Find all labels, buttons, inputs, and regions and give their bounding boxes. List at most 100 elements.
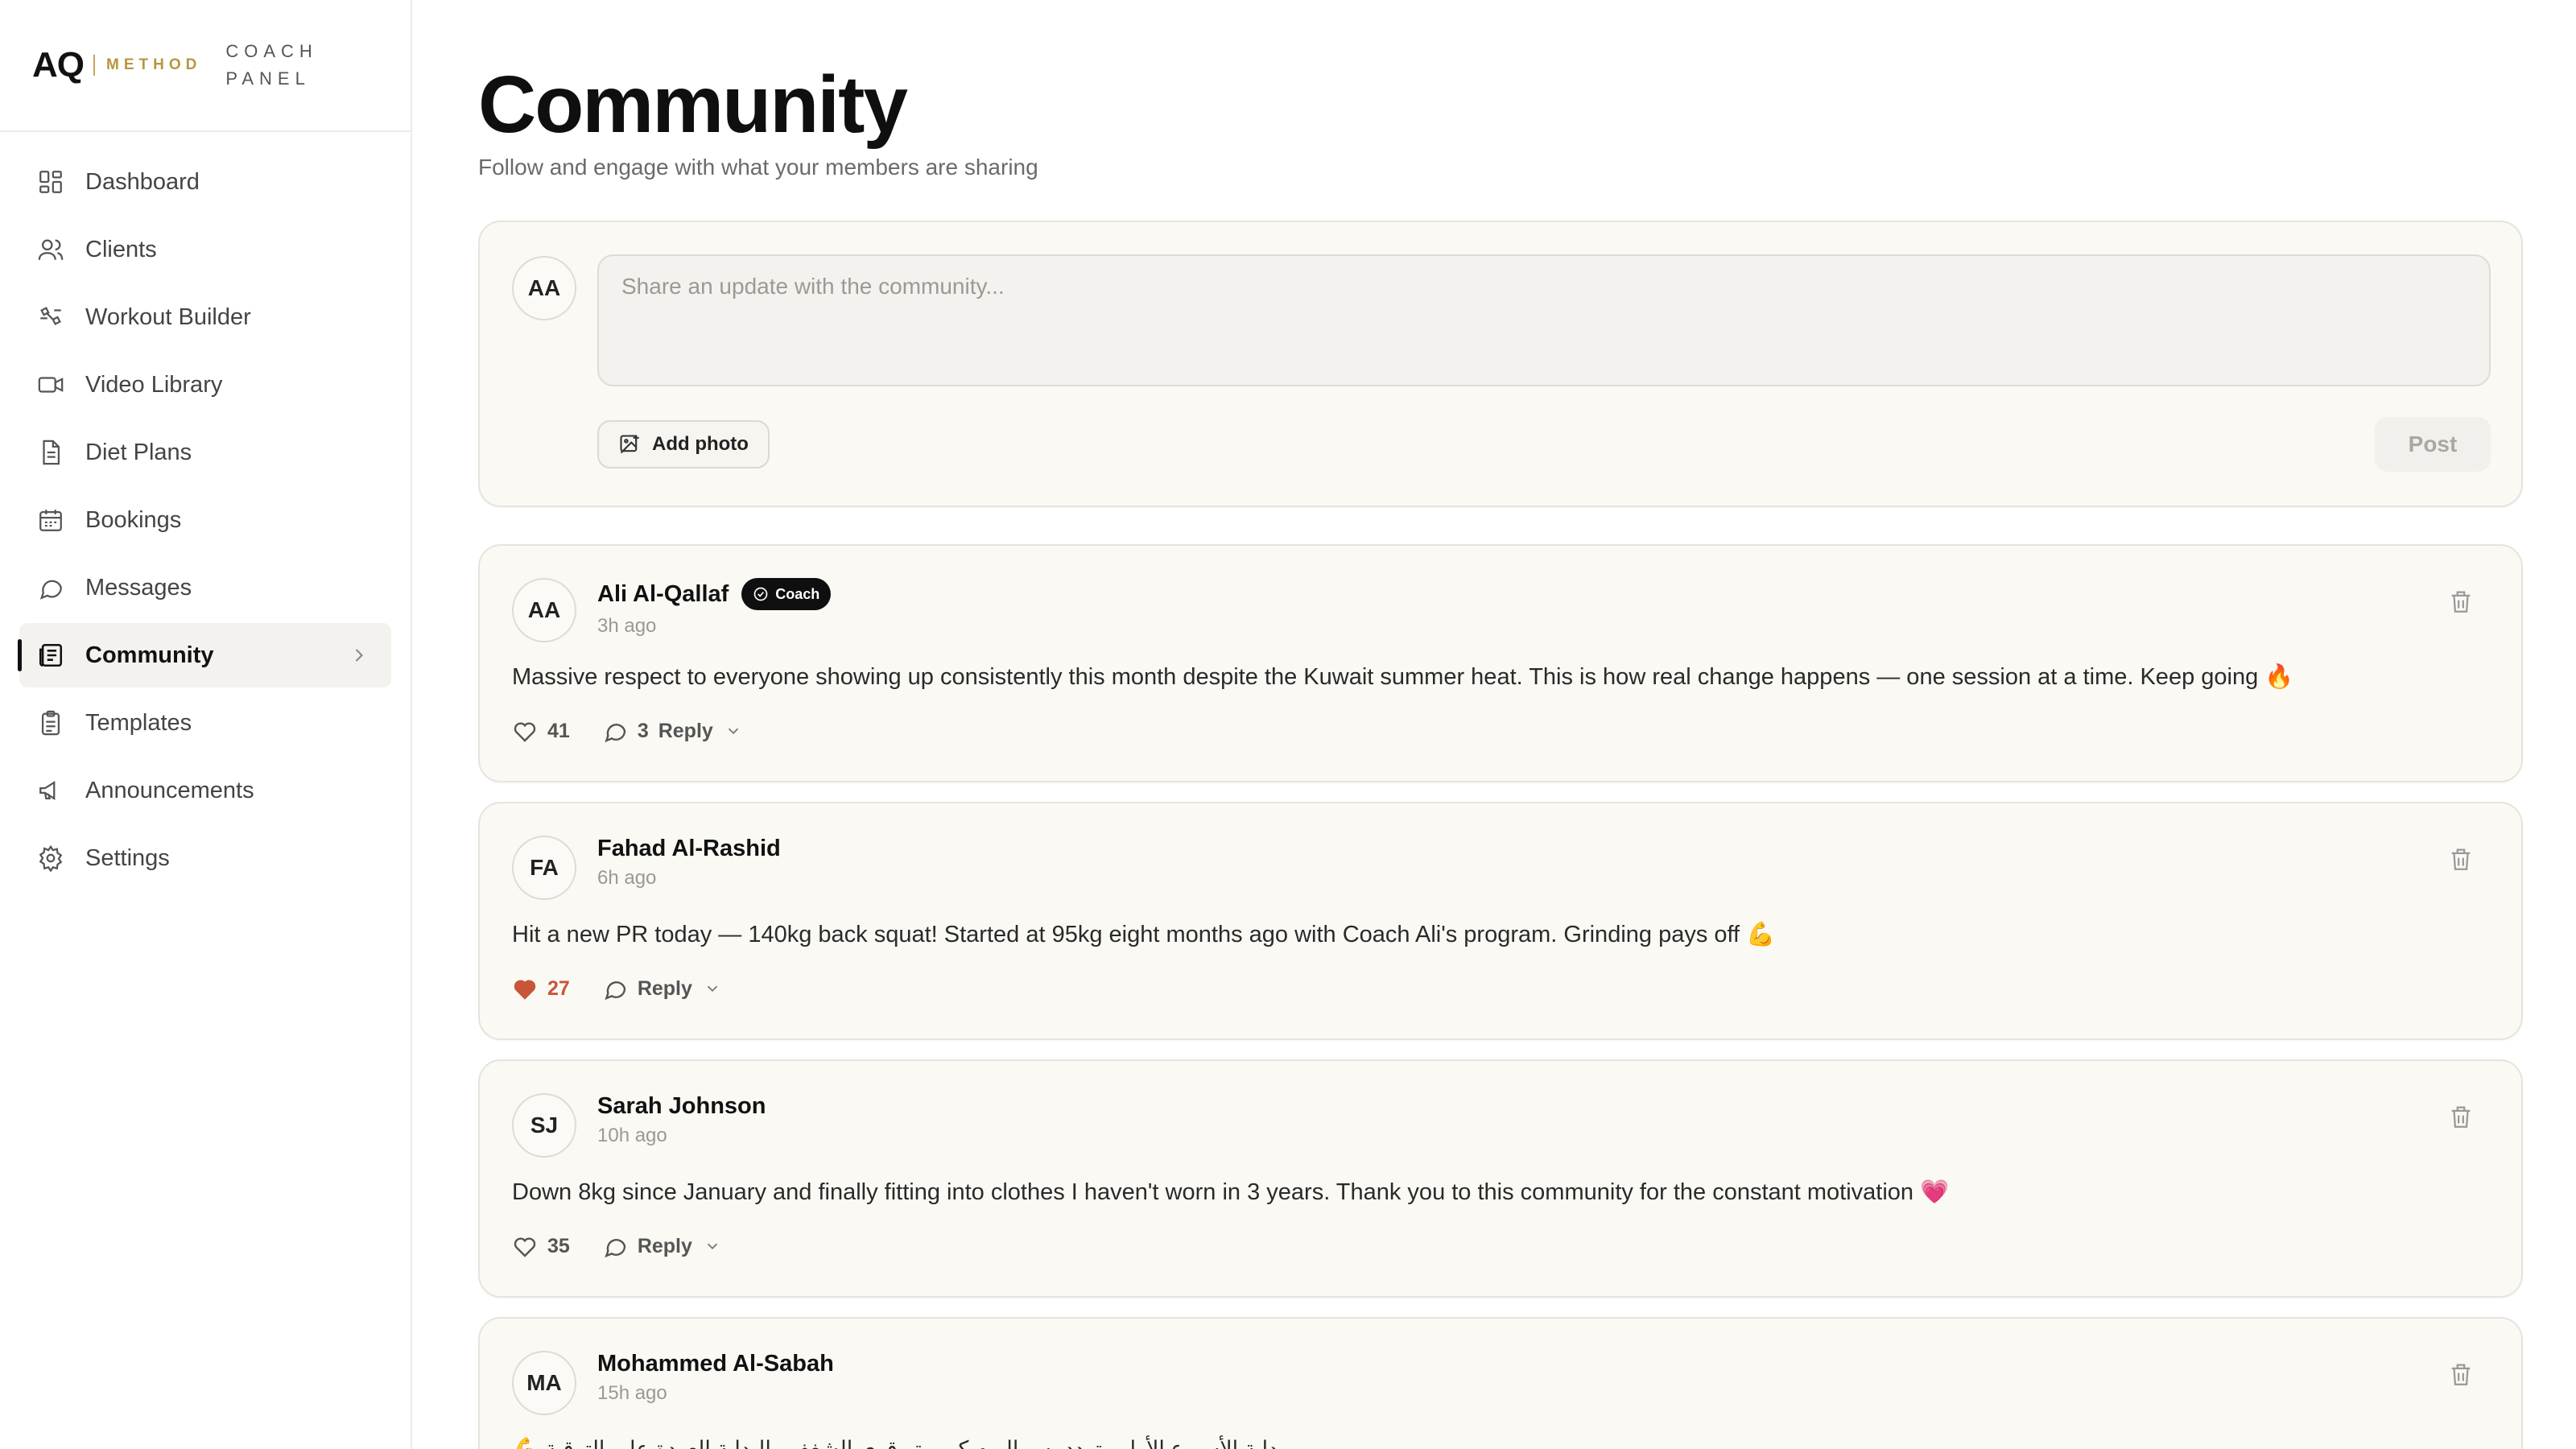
sidebar-item-templates[interactable]: Templates xyxy=(19,691,391,755)
post-header: Ali Al-Qallaf Coach 3h ago xyxy=(597,578,832,638)
brand-separator xyxy=(93,55,95,76)
video-icon xyxy=(37,371,64,398)
post-header: Fahad Al-Rashid 6h ago xyxy=(597,836,781,890)
app-root: AQ METHOD COACH PANEL Dashboard Clients xyxy=(0,0,2576,1449)
dashboard-icon xyxy=(37,168,64,196)
sidebar-item-label: Video Library xyxy=(85,371,223,398)
sidebar-item-settings[interactable]: Settings xyxy=(19,826,391,890)
chevron-down-icon xyxy=(707,1243,718,1250)
megaphone-icon xyxy=(37,777,64,804)
sidebar-item-label: Dashboard xyxy=(85,168,200,195)
brand-panel-line1: COACH xyxy=(225,41,318,61)
brand-logo: AQ xyxy=(32,45,85,85)
heart-icon xyxy=(514,722,536,742)
workout-icon xyxy=(37,303,64,331)
coach-badge-label: Coach xyxy=(775,585,820,602)
reply-button[interactable]: Reply xyxy=(602,976,721,1001)
coach-badge: Coach xyxy=(741,578,832,610)
brand[interactable]: AQ METHOD COACH PANEL xyxy=(0,0,411,132)
brand-panel-label: COACH PANEL xyxy=(225,38,317,93)
reply-button[interactable]: 3 Reply xyxy=(602,718,742,744)
comment-icon xyxy=(605,724,626,743)
post-author[interactable]: Sarah Johnson xyxy=(597,1093,766,1120)
add-photo-label: Add photo xyxy=(652,433,749,455)
post-time: 6h ago xyxy=(597,867,657,889)
post-actions: 41 3 Reply xyxy=(512,718,742,744)
post-header: Mohammed Al-Sabah 15h ago xyxy=(597,1351,834,1405)
post-card: SJ Sarah Johnson 10h ago Down 8kg since … xyxy=(478,1059,2523,1298)
image-add-icon xyxy=(620,435,639,454)
sidebar-item-diet-plans[interactable]: Diet Plans xyxy=(19,420,391,485)
brand-method: METHOD xyxy=(106,56,202,73)
composer-input[interactable] xyxy=(597,254,2491,386)
delete-button[interactable] xyxy=(2447,588,2475,615)
sidebar-item-messages[interactable]: Messages xyxy=(19,555,391,620)
sidebar-item-bookings[interactable]: Bookings xyxy=(19,488,391,552)
sidebar-item-label: Announcements xyxy=(85,777,254,803)
like-count: 35 xyxy=(547,1234,570,1257)
reply-label: Reply xyxy=(637,1234,692,1257)
sidebar-item-video-library[interactable]: Video Library xyxy=(19,353,391,417)
post-header: Sarah Johnson 10h ago xyxy=(597,1093,766,1147)
avatar: FA xyxy=(512,836,576,900)
post-author[interactable]: Fahad Al-Rashid xyxy=(597,836,781,862)
post-card: AA Ali Al-Qallaf Coach 3h ago Massive re… xyxy=(478,544,2523,782)
trash-icon xyxy=(2451,1364,2471,1385)
main-content: Community Follow and engage with what yo… xyxy=(412,0,2576,1449)
like-button[interactable]: 41 xyxy=(512,718,570,744)
sidebar-item-label: Bookings xyxy=(85,506,182,533)
trash-icon xyxy=(2451,1106,2471,1128)
heart-filled-icon xyxy=(514,980,536,1000)
sidebar-item-workout-builder[interactable]: Workout Builder xyxy=(19,285,391,349)
post-author[interactable]: Ali Al-Qallaf xyxy=(597,581,729,608)
message-icon xyxy=(37,574,64,601)
delete-button[interactable] xyxy=(2447,845,2475,873)
check-circle-icon xyxy=(753,587,768,601)
users-icon xyxy=(37,236,64,263)
calendar-icon xyxy=(37,506,64,534)
page-subtitle: Follow and engage with what your members… xyxy=(478,155,1038,180)
page-title: Community xyxy=(478,60,908,150)
comment-icon xyxy=(605,1239,626,1258)
heart-icon xyxy=(514,1237,536,1257)
chevron-right-icon xyxy=(355,649,363,662)
post-button[interactable]: Post xyxy=(2375,417,2491,472)
post-time: 15h ago xyxy=(597,1382,667,1404)
sidebar-item-label: Clients xyxy=(85,236,157,262)
avatar: SJ xyxy=(512,1093,576,1158)
post-actions: 27 Reply xyxy=(512,976,721,1001)
like-button[interactable]: 35 xyxy=(512,1233,570,1259)
brand-panel-line2: PANEL xyxy=(225,68,311,89)
delete-button[interactable] xyxy=(2447,1360,2475,1388)
chevron-down-icon xyxy=(728,728,738,735)
post-time: 3h ago xyxy=(597,615,657,637)
avatar: AA xyxy=(512,578,576,642)
post-author[interactable]: Mohammed Al-Sabah xyxy=(597,1351,834,1377)
sidebar-item-announcements[interactable]: Announcements xyxy=(19,758,391,823)
document-icon xyxy=(37,439,64,466)
post-body: Down 8kg since January and finally fitti… xyxy=(512,1179,1950,1205)
comment-icon xyxy=(605,981,626,1001)
post-card: FA Fahad Al-Rashid 6h ago Hit a new PR t… xyxy=(478,802,2523,1040)
sidebar-item-label: Community xyxy=(85,642,214,668)
community-icon xyxy=(37,642,64,669)
sidebar-item-dashboard[interactable]: Dashboard xyxy=(19,150,391,214)
reply-button[interactable]: Reply xyxy=(602,1233,721,1259)
sidebar-item-community[interactable]: Community xyxy=(18,623,391,687)
like-button[interactable]: 27 xyxy=(512,976,570,1001)
post-composer: AA Add photo Post xyxy=(478,221,2523,507)
delete-button[interactable] xyxy=(2447,1103,2475,1130)
sidebar-item-label: Templates xyxy=(85,709,192,736)
avatar: AA xyxy=(512,256,576,320)
sidebar-item-clients[interactable]: Clients xyxy=(19,217,391,282)
sidebar-nav: Dashboard Clients Workout Builder Video … xyxy=(0,132,411,911)
sidebar-item-label: Messages xyxy=(85,574,192,601)
avatar: MA xyxy=(512,1351,576,1415)
trash-icon xyxy=(2451,848,2471,870)
post-time: 10h ago xyxy=(597,1125,667,1146)
post-actions: 35 Reply xyxy=(512,1233,721,1259)
post-body: Massive respect to everyone showing up c… xyxy=(512,664,2294,690)
add-photo-button[interactable]: Add photo xyxy=(597,420,770,469)
sidebar-item-label: Diet Plans xyxy=(85,439,192,465)
post-body: Hit a new PR today — 140kg back squat! S… xyxy=(512,922,1776,947)
